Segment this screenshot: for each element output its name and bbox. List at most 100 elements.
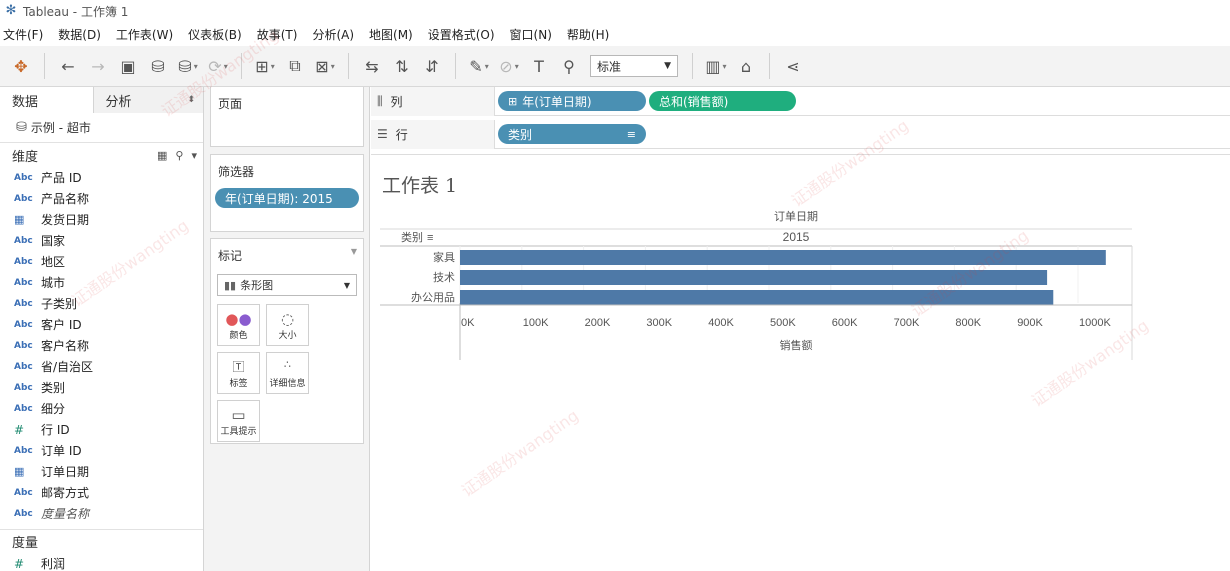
field-item[interactable]: Abc 产品名称 bbox=[0, 188, 203, 209]
duplicate-sheet-icon[interactable]: ⧉ bbox=[282, 51, 308, 81]
field-name: 产品名称 bbox=[41, 192, 90, 206]
field-item[interactable]: Abc 省/自治区 bbox=[0, 356, 203, 377]
tooltip-button[interactable]: ▭ 工具提示 bbox=[217, 400, 260, 442]
rows-icon: ☰ bbox=[377, 127, 388, 141]
field-name: 订单日期 bbox=[41, 465, 90, 479]
redo-icon[interactable]: → bbox=[85, 51, 111, 81]
save-icon[interactable]: ▣ bbox=[115, 51, 141, 81]
color-icon: ●● bbox=[225, 309, 252, 328]
toolbar-divider bbox=[44, 53, 45, 79]
field-item[interactable]: Abc 度量名称 bbox=[0, 503, 203, 524]
menu-help[interactable]: 帮助(H) bbox=[564, 26, 613, 43]
tab-data[interactable]: 数据 bbox=[0, 87, 94, 113]
size-icon: ◌ bbox=[280, 309, 295, 328]
field-item[interactable]: Abc 产品 ID bbox=[0, 167, 203, 188]
menu-analysis[interactable]: 分析(A) bbox=[309, 26, 358, 43]
field-name: 产品 ID bbox=[41, 171, 82, 185]
refresh-icon[interactable]: ⟳ ▾ bbox=[205, 51, 231, 81]
menu-story[interactable]: 故事(T) bbox=[254, 26, 302, 43]
detail-button[interactable]: ∴ 详细信息 bbox=[266, 352, 309, 394]
string-type-icon: Abc bbox=[14, 487, 33, 498]
tooltip-button-label: 工具提示 bbox=[220, 426, 257, 437]
x-axis-title: 销售额 bbox=[780, 338, 813, 352]
presentation-mode-icon[interactable]: ⌂ bbox=[733, 51, 759, 81]
database-icon: ⛁ bbox=[16, 120, 27, 135]
cards-column: 页面 筛选器 年(订单日期): 2015 标记 ▼ ▮▮ 条形图 ▼ ●● 颜色 … bbox=[204, 87, 370, 571]
menu-format[interactable]: 设置格式(O) bbox=[425, 26, 499, 43]
menu-map[interactable]: 地图(M) bbox=[366, 26, 417, 43]
undo-icon[interactable]: ← bbox=[55, 51, 81, 81]
menu-worksheet[interactable]: 工作表(W) bbox=[113, 26, 177, 43]
share-icon[interactable]: ⋖ bbox=[780, 51, 806, 81]
field-item[interactable]: # 利润 bbox=[0, 553, 203, 571]
new-worksheet-icon[interactable]: ⊞ ▾ bbox=[252, 51, 278, 81]
new-datasource-icon[interactable]: ⛁ bbox=[145, 51, 171, 81]
field-name: 类别 bbox=[41, 381, 66, 395]
column-pill-year-order-date[interactable]: ⊞ 年(订单日期) bbox=[498, 91, 646, 111]
measures-header: 度量 bbox=[0, 529, 203, 553]
field-item[interactable]: Abc 类别 bbox=[0, 377, 203, 398]
expand-icon: ⬍ bbox=[187, 95, 195, 105]
field-item[interactable]: Abc 城市 bbox=[0, 272, 203, 293]
pin-axis-icon[interactable]: ⚲ bbox=[556, 51, 582, 81]
show-mark-labels-icon[interactable]: T bbox=[526, 51, 552, 81]
size-button[interactable]: ◌ 大小 bbox=[266, 304, 309, 346]
column-header-title: 订单日期 bbox=[774, 210, 818, 223]
tableau-home-icon[interactable]: ✥ bbox=[8, 51, 34, 81]
pause-update-icon[interactable]: ⛁ ▾ bbox=[175, 51, 201, 81]
field-item[interactable]: Abc 客户 ID bbox=[0, 314, 203, 335]
field-item[interactable]: Abc 邮寄方式 bbox=[0, 482, 203, 503]
view-list-icon[interactable]: ▦ bbox=[157, 149, 167, 162]
filter-pill-year[interactable]: 年(订单日期): 2015 bbox=[215, 188, 359, 208]
field-item[interactable]: # 行 ID bbox=[0, 419, 203, 440]
menu-data[interactable]: 数据(D) bbox=[55, 26, 105, 43]
field-item[interactable]: Abc 客户名称 bbox=[0, 335, 203, 356]
search-icon[interactable]: ⚲ bbox=[175, 149, 183, 162]
column-header-value: 2015 bbox=[783, 230, 810, 244]
label-button[interactable]: 🅃 标签 bbox=[217, 352, 260, 394]
menu-file[interactable]: 文件(F) bbox=[0, 26, 47, 43]
fit-select[interactable]: 标准 ▼ bbox=[590, 55, 678, 77]
row-pill-category[interactable]: 类别 ≡ bbox=[498, 124, 646, 144]
chevron-down-icon[interactable]: ▼ bbox=[351, 247, 357, 264]
string-type-icon: Abc bbox=[14, 235, 33, 246]
columns-shelf: ⫼ 列 ⊞ 年(订单日期) 总和(销售额) bbox=[371, 86, 1230, 116]
mark-type-select[interactable]: ▮▮ 条形图 ▼ bbox=[217, 274, 357, 296]
group-members-icon[interactable]: ⊘ ▾ bbox=[496, 51, 522, 81]
field-name: 发货日期 bbox=[41, 213, 90, 227]
tab-analysis[interactable]: 分析 ⬍ bbox=[93, 87, 203, 113]
column-pill-sum-sales[interactable]: 总和(销售额) bbox=[649, 91, 796, 111]
field-item[interactable]: Abc 细分 bbox=[0, 398, 203, 419]
field-name: 利润 bbox=[41, 557, 66, 571]
pages-card[interactable]: 页面 bbox=[210, 87, 364, 147]
filters-card[interactable]: 筛选器 年(订单日期): 2015 bbox=[210, 154, 364, 232]
bar-chart: 订单日期 2015 类别 ≡家具技术办公用品 0K 100K 200K 300K 400K 500… bbox=[380, 210, 1133, 360]
show-cards-icon[interactable]: ▥ ▾ bbox=[703, 51, 729, 81]
sort-ascending-icon[interactable]: ⇅ bbox=[389, 51, 415, 81]
menu-dropdown-icon[interactable]: ▾ bbox=[191, 149, 197, 162]
x-tick-label: 100K bbox=[523, 317, 549, 329]
menu-bar: 文件(F) 数据(D) 工作表(W) 仪表板(B) 故事(T) 分析(A) 地图… bbox=[0, 22, 1230, 46]
number-type-icon: # bbox=[14, 556, 25, 571]
string-type-icon: Abc bbox=[14, 382, 33, 393]
field-item[interactable]: Abc 子类别 bbox=[0, 293, 203, 314]
datasource-item[interactable]: ⛁ 示例 - 超市 bbox=[0, 113, 203, 143]
x-tick-label: 500K bbox=[770, 317, 796, 329]
sort-descending-icon[interactable]: ⇵ bbox=[419, 51, 445, 81]
color-button[interactable]: ●● 颜色 bbox=[217, 304, 260, 346]
bar bbox=[460, 270, 1048, 285]
field-item[interactable]: Abc 订单 ID bbox=[0, 440, 203, 461]
menu-dashboard[interactable]: 仪表板(B) bbox=[185, 26, 246, 43]
field-item[interactable]: Abc 国家 bbox=[0, 230, 203, 251]
x-tick-label: 300K bbox=[646, 317, 672, 329]
field-item[interactable]: Abc 地区 bbox=[0, 251, 203, 272]
menu-window[interactable]: 窗口(N) bbox=[507, 26, 556, 43]
dimensions-list: Abc 产品 ID Abc 产品名称 ▦ 发货日期 Abc 国家 Abc 地区 Abc 城市 Abc 子类… bbox=[0, 167, 203, 524]
field-item[interactable]: ▦ 发货日期 bbox=[0, 209, 203, 230]
field-item[interactable]: ▦ 订单日期 bbox=[0, 461, 203, 482]
clear-sheet-icon[interactable]: ⊠ ▾ bbox=[312, 51, 338, 81]
marks-buttons: ●● 颜色 ◌ 大小 🅃 标签 ∴ 详细信息 ▭ 工具提示 bbox=[211, 296, 363, 442]
highlight-icon[interactable]: ✎ ▾ bbox=[466, 51, 492, 81]
swap-rows-columns-icon[interactable]: ⇆ bbox=[359, 51, 385, 81]
detail-button-label: 详细信息 bbox=[269, 378, 306, 389]
